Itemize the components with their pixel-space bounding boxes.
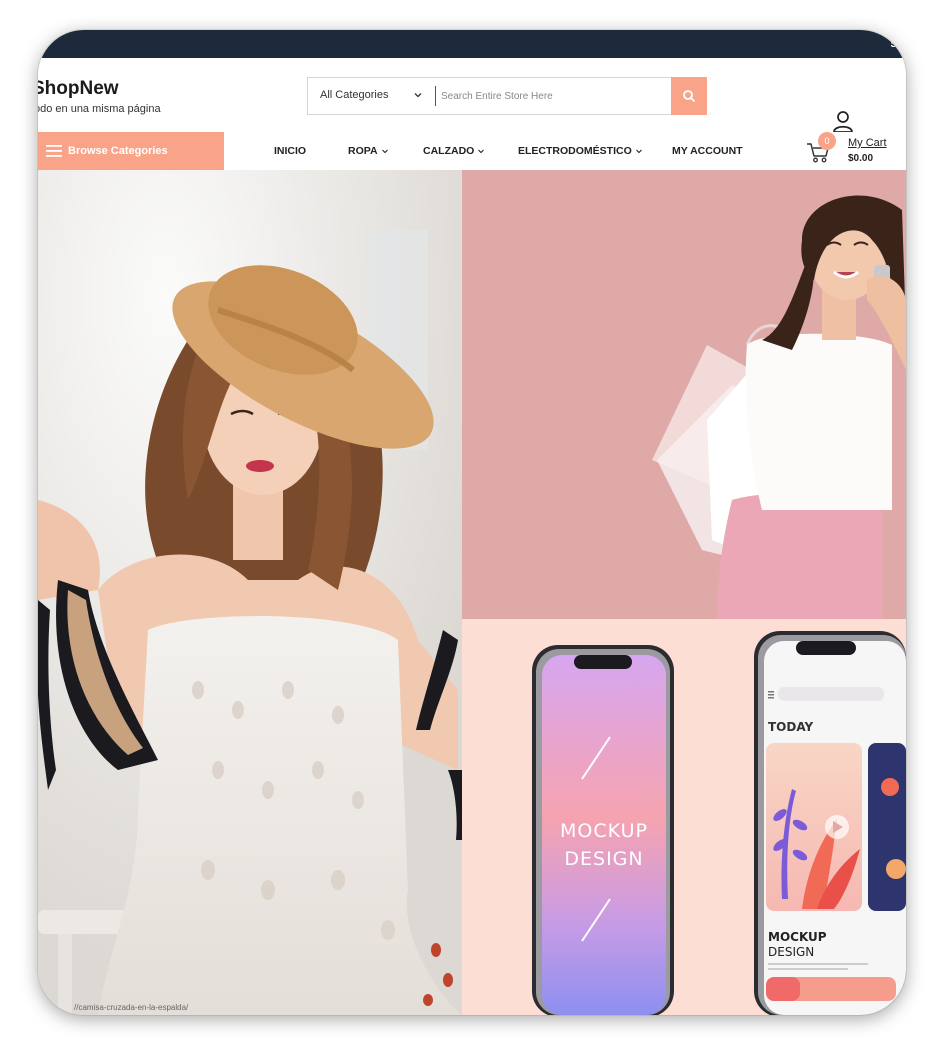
nav-item-ropa[interactable]: ROPA	[348, 145, 389, 157]
banner-shopping-woman[interactable]	[462, 170, 906, 619]
nav-item-calzado[interactable]: CALZADO	[423, 145, 485, 157]
search-button[interactable]	[671, 77, 707, 115]
status-url: //camisa-cruzada-en-la-espalda/	[74, 1003, 189, 1012]
chevron-down-icon	[381, 149, 388, 154]
user-icon[interactable]	[832, 110, 854, 134]
nav-item-label: MY ACCOUNT	[672, 145, 743, 157]
category-select[interactable]: All Categories	[320, 89, 388, 101]
search-bar: All Categories	[307, 77, 707, 115]
search-input[interactable]	[441, 84, 666, 108]
top-bar-text[interactable]: Sh	[890, 39, 902, 49]
phone-mockups-image: MOCKUP DESIGN TODAY MOCKUP DESIGN	[462, 619, 906, 1015]
nav-item-my-account[interactable]: MY ACCOUNT	[672, 145, 743, 157]
chevron-down-icon	[635, 149, 642, 154]
nav-item-inicio[interactable]: INICIO	[274, 145, 306, 157]
nav-item-label: ROPA	[348, 145, 378, 157]
nav-item-label: ELECTRODOMÉSTICO	[518, 145, 632, 157]
menu-icon	[46, 145, 62, 157]
my-cart-link[interactable]: My Cart	[848, 137, 887, 149]
banner-fashion-shoes[interactable]	[38, 170, 462, 1015]
chevron-down-icon	[478, 149, 485, 154]
mockup-label-line1: MOCKUP	[560, 820, 648, 842]
banner-phones-mockup[interactable]: MOCKUP DESIGN TODAY MOCKUP DESIGN	[462, 619, 906, 1015]
cart-count-badge: 0	[818, 132, 836, 150]
today-heading: TODAY	[768, 720, 813, 734]
site-tagline: odo en una misma página	[38, 103, 161, 115]
main-navigation: Browse Categories INICIO ROPA CALZADO EL…	[38, 132, 906, 170]
nav-item-label: CALZADO	[423, 145, 475, 157]
woman-with-bags-image	[462, 170, 906, 619]
site-logo[interactable]: ShopNew	[38, 78, 119, 100]
search-divider	[435, 86, 436, 106]
chevron-down-icon[interactable]	[412, 89, 424, 101]
woman-with-hat-image	[38, 170, 462, 1015]
mockup-small-label-line2: DESIGN	[768, 945, 814, 959]
browse-categories-label: Browse Categories	[68, 145, 168, 157]
cart-total: $0.00	[848, 153, 874, 164]
nav-item-electrodomestico[interactable]: ELECTRODOMÉSTICO	[518, 145, 643, 157]
site-header: ShopNew odo en una misma página All Cate…	[38, 58, 906, 134]
mockup-small-label-line1: MOCKUP	[768, 930, 827, 944]
nav-item-label: INICIO	[274, 145, 307, 157]
mockup-label-line2: DESIGN	[564, 848, 643, 870]
browse-categories-button[interactable]: Browse Categories	[38, 132, 224, 170]
search-icon	[683, 90, 695, 102]
browser-frame: Sh ShopNew odo en una misma página All C…	[38, 30, 906, 1015]
top-bar: Sh	[38, 30, 906, 58]
